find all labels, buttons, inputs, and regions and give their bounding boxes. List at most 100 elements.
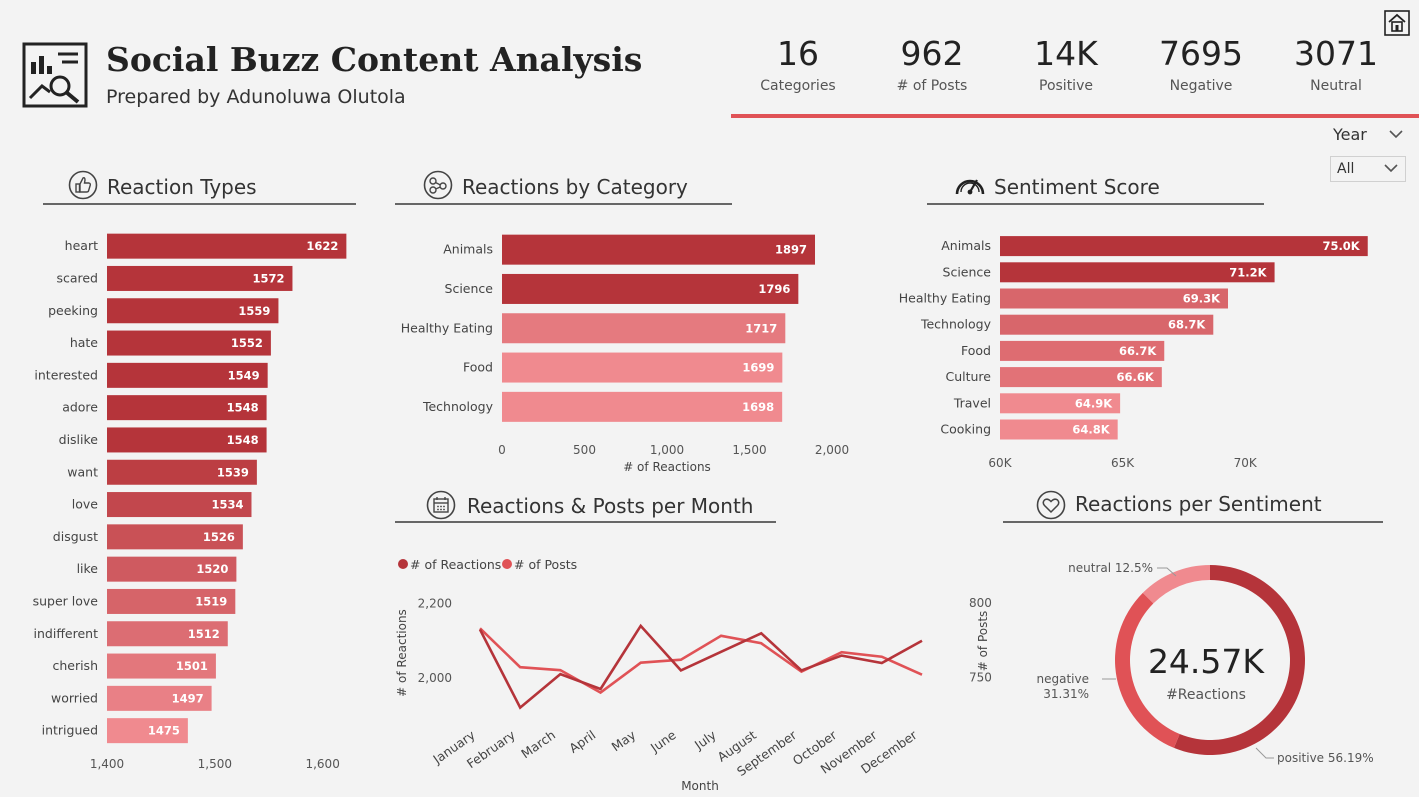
bar-data-label: 1897 (775, 243, 807, 257)
kpi-value: 16 (777, 34, 819, 73)
bar-data-label: 1501 (176, 659, 208, 673)
x-tick-label: March (518, 727, 558, 761)
x-tick-label: 500 (573, 443, 596, 457)
bar-data-label: 69.3K (1183, 292, 1221, 306)
bar-category-label: dislike (59, 432, 99, 447)
bar-data-label: 1539 (217, 465, 249, 479)
bar-data-label: 1622 (306, 239, 338, 253)
bar-data-label: 1549 (228, 368, 260, 382)
year-filter-label: Year (1333, 125, 1367, 144)
bar-category-label: Technology (920, 317, 992, 332)
bar-data-label: 66.7K (1119, 344, 1157, 358)
bar-category-label: Healthy Eating (899, 291, 991, 306)
bar-category-label: Animals (941, 238, 991, 253)
kpi-value: 7695 (1159, 34, 1243, 73)
bar-category-label: Science (943, 264, 992, 279)
bar (502, 391, 783, 422)
bar-data-label: 64.9K (1075, 396, 1113, 410)
y-tick-label: 2,200 (418, 597, 452, 611)
section-title-sentiment-score: Sentiment Score (994, 175, 1160, 199)
chevron-down-icon[interactable] (1388, 128, 1404, 140)
kpi-label: Categories (760, 78, 836, 94)
bar-category-label: intrigued (42, 723, 98, 738)
bar-data-label: 1497 (172, 691, 204, 705)
kpi-negative: 7695 Negative (1136, 32, 1266, 94)
bar-category-label: Cooking (940, 422, 991, 437)
bar-category-label: hate (70, 335, 98, 350)
bar-category-label: Travel (953, 395, 991, 410)
section-divider (927, 203, 1264, 205)
legend-label: # of Reactions (410, 557, 501, 572)
bar-category-label: Food (463, 360, 493, 375)
legend-label: # of Posts (514, 557, 577, 572)
kpi-label: # of Posts (896, 78, 968, 94)
y2-tick-label: 800 (969, 596, 992, 610)
kpi-label: Negative (1169, 78, 1233, 94)
bar-data-label: 1475 (148, 724, 180, 738)
thumbs-up-icon (68, 170, 98, 200)
kpi-positive: 14K Positive (1001, 32, 1131, 94)
x-tick-label: 1,500 (732, 443, 766, 457)
bar-category-label: peeking (48, 303, 98, 318)
kpi-categories: 16 Categories (733, 32, 863, 94)
x-tick-label: 2,000 (815, 443, 849, 457)
kpi-label: Neutral (1310, 78, 1362, 94)
home-icon[interactable] (1384, 10, 1410, 36)
x-tick-label: 60K (988, 456, 1012, 470)
bar-category-label: like (77, 561, 99, 576)
leader-line (1255, 747, 1274, 759)
bar-data-label: 1698 (742, 400, 774, 414)
bar-data-label: 1526 (203, 530, 235, 544)
calendar-icon (426, 490, 456, 520)
x-axis-title: Month (681, 779, 719, 793)
x-tick-label: April (566, 727, 598, 756)
bar-category-label: interested (34, 367, 98, 382)
year-select-value: All (1337, 161, 1355, 177)
section-divider (395, 203, 732, 205)
bar-data-label: 71.2K (1229, 265, 1267, 279)
reaction-types-chart: heart 1622 scared 1572 peeking 1559 hate 1552 in… (33, 233, 347, 771)
bar (502, 234, 816, 265)
bar-category-label: Food (961, 343, 991, 358)
analysis-logo-icon (22, 42, 88, 108)
bar-data-label: 68.7K (1168, 318, 1206, 332)
x-tick-label: May (609, 727, 639, 754)
bar-data-label: 66.6K (1117, 370, 1155, 384)
page-subtitle: Prepared by Adunoluwa Olutola (106, 86, 406, 108)
x-tick-label: June (647, 727, 679, 756)
bar (502, 313, 786, 344)
x-tick-label: 65K (1111, 456, 1135, 470)
year-select[interactable]: All (1330, 156, 1406, 182)
bar-category-label: indifferent (34, 626, 99, 641)
section-title-reaction-types: Reaction Types (107, 175, 257, 199)
x-tick-label: 70K (1234, 456, 1258, 470)
donut-center-value: 24.57K (1148, 642, 1265, 681)
y-tick-label: 2,000 (418, 671, 452, 685)
slice-label-negative: negative (1037, 672, 1089, 686)
bar-category-label: super love (33, 593, 99, 608)
bar-category-label: heart (65, 238, 98, 253)
kpi-underline (731, 114, 1419, 118)
section-divider (395, 521, 776, 523)
bar-category-label: love (72, 497, 99, 512)
x-tick-label: July (691, 727, 719, 753)
bar-data-label: 1520 (196, 562, 228, 576)
bar-category-label: want (67, 464, 98, 479)
bar-category-label: Science (445, 281, 494, 296)
chevron-down-icon (1384, 164, 1398, 173)
bar-data-label: 1552 (231, 336, 263, 350)
bar-data-label: 75.0K (1322, 239, 1360, 253)
section-divider (1003, 521, 1383, 523)
y-axis-title: # of Reactions (395, 609, 409, 697)
bar-category-label: Culture (945, 369, 991, 384)
sentiment-score-chart: Animals 75.0K Science 71.2K Healthy Eating 69… (899, 236, 1368, 470)
slice-label-positive: positive 56.19% (1277, 751, 1374, 765)
kpi-value: 962 (900, 34, 964, 73)
reactions-per-sentiment-chart: 24.57K #Reactions positive 56.19% negative3… (1037, 561, 1374, 765)
bar-category-label: adore (62, 400, 98, 415)
bar-category-label: cherish (52, 658, 98, 673)
bar-data-label: 1717 (745, 321, 777, 335)
bar-data-label: 1572 (252, 271, 284, 285)
section-divider (43, 203, 356, 205)
series-line-reactions (478, 623, 923, 710)
